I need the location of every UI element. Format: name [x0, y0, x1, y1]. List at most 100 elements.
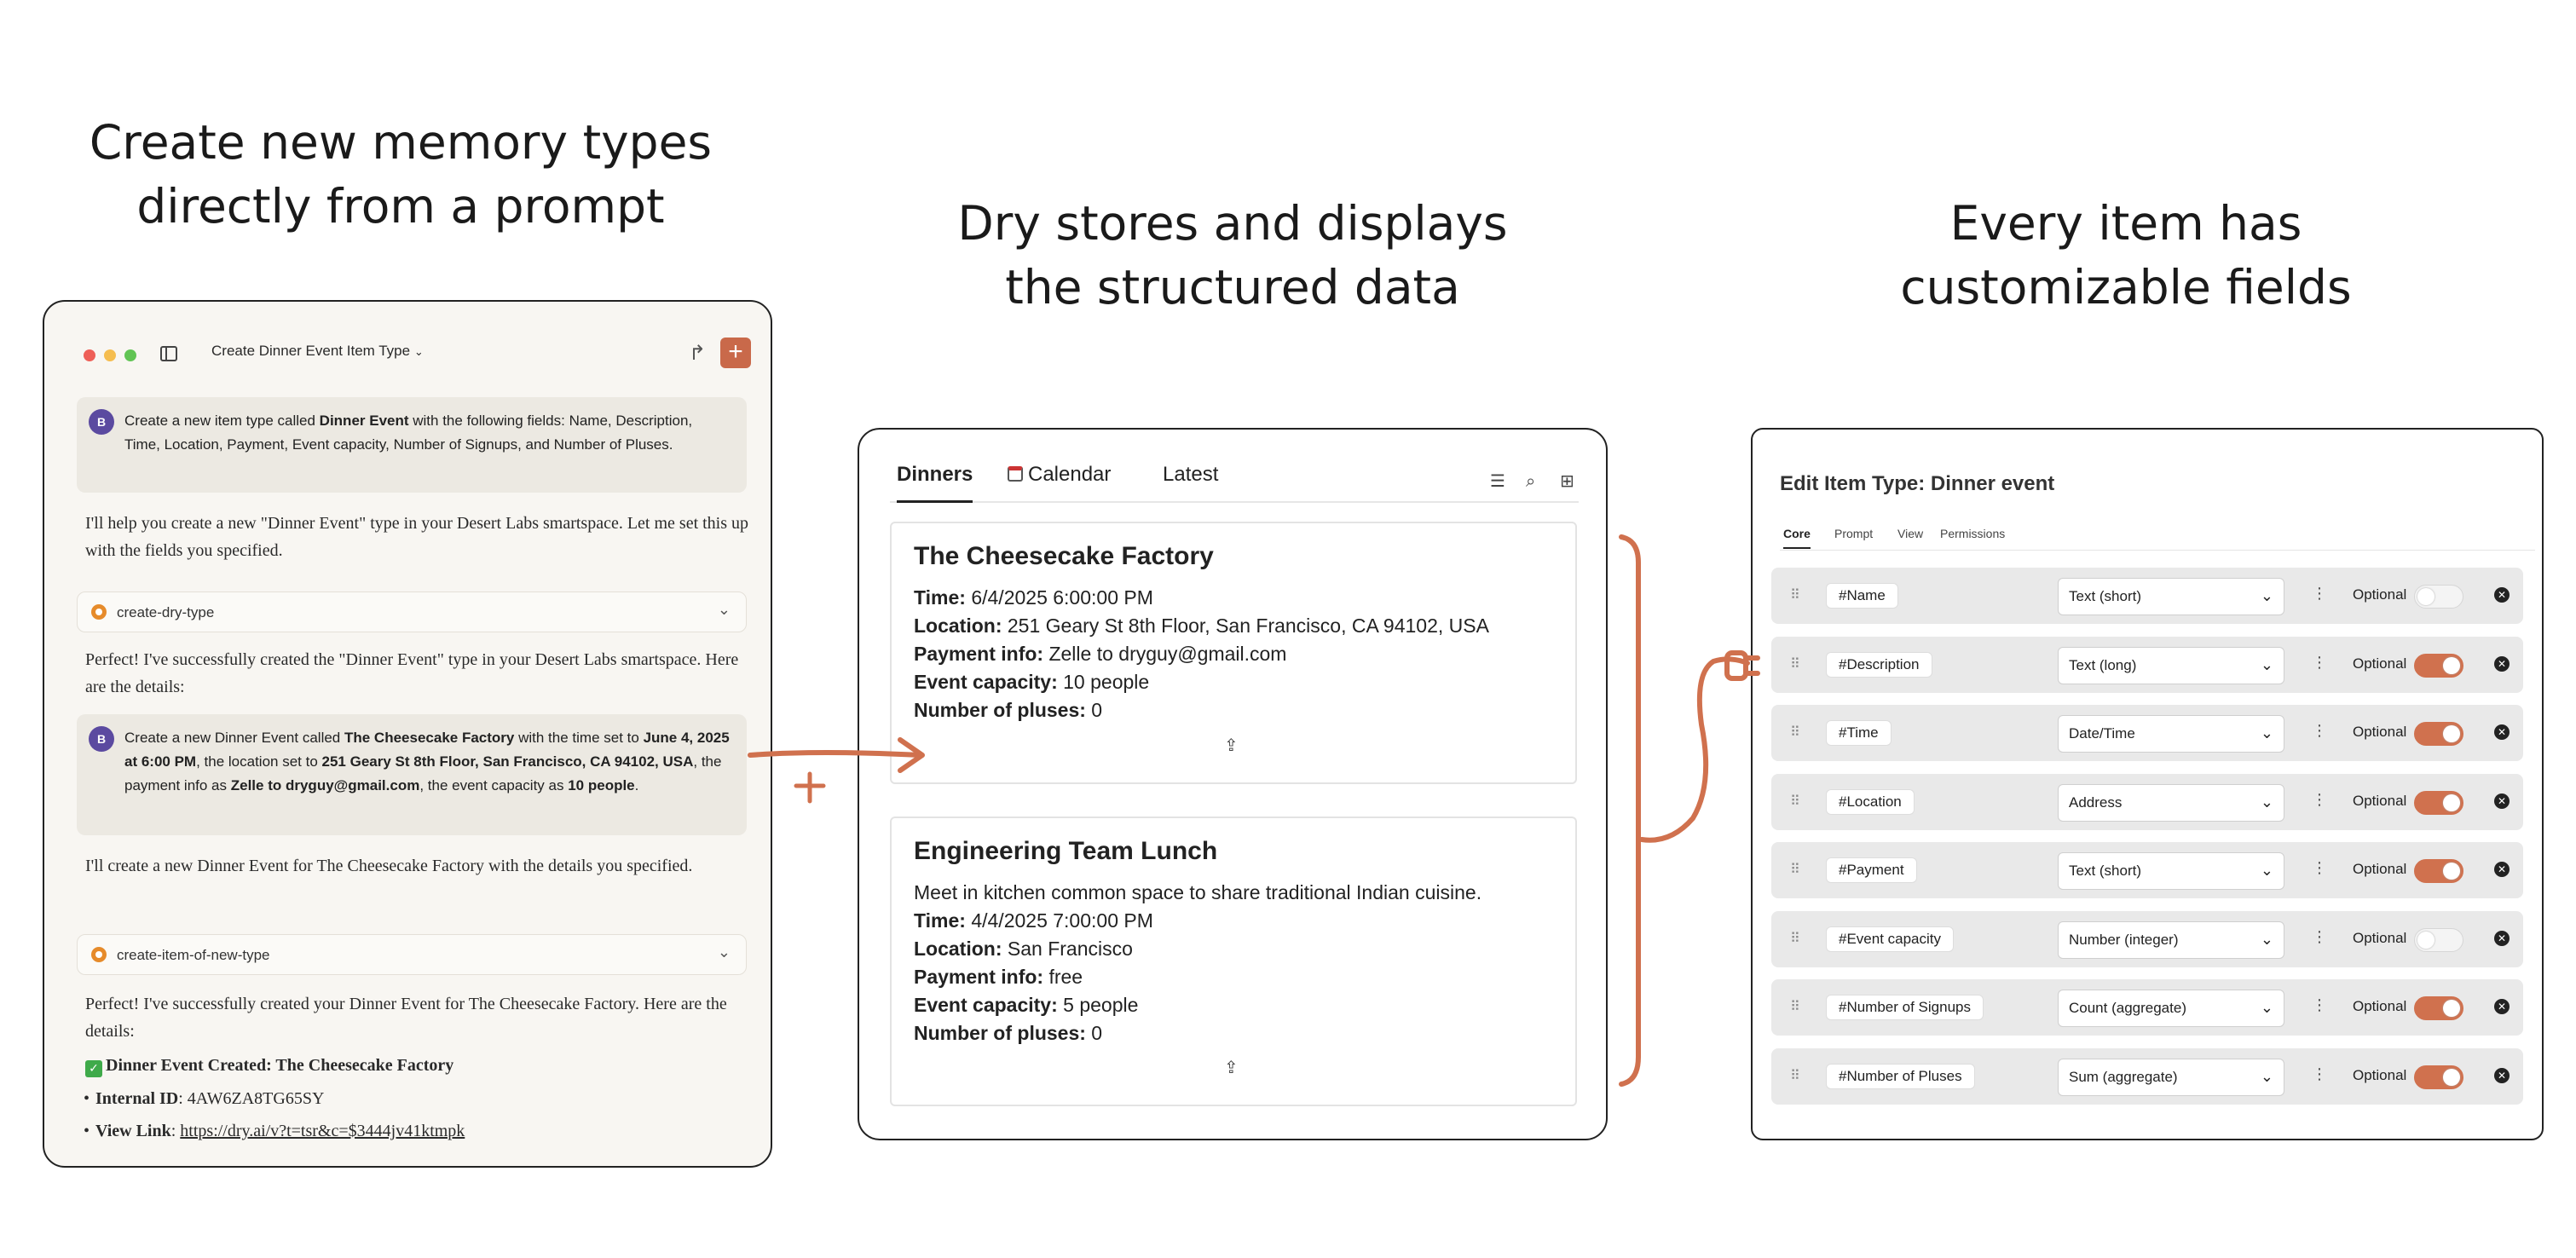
heading-right-line1: Every item has: [1949, 196, 2302, 251]
conversation-title[interactable]: Create Dinner Event Item Type ⌄: [211, 343, 424, 360]
tab-core[interactable]: Core: [1783, 527, 1811, 549]
field-name[interactable]: #Location: [1826, 789, 1915, 815]
field-row[interactable]: ⠿ #Payment Text (short) ⌄ ⋮ Optional ✕: [1771, 842, 2523, 898]
new-chat-button[interactable]: +: [720, 338, 751, 368]
drag-handle-icon[interactable]: ⠿: [1790, 655, 1800, 672]
remove-field-icon[interactable]: ✕: [2494, 862, 2510, 877]
field-type-select[interactable]: Date/Time ⌄: [2058, 715, 2284, 753]
field-name[interactable]: #Time: [1826, 720, 1892, 746]
optional-toggle[interactable]: [2414, 585, 2463, 609]
dinner-card-cheesecake[interactable]: The Cheesecake Factory Time: 6/4/2025 6:…: [890, 522, 1577, 784]
drag-handle-icon[interactable]: ⠿: [1790, 998, 1800, 1014]
remove-field-icon[interactable]: ✕: [2494, 724, 2510, 740]
drag-handle-icon[interactable]: ⠿: [1790, 793, 1800, 809]
field-type-select[interactable]: Count (aggregate) ⌄: [2058, 990, 2284, 1027]
optional-toggle[interactable]: [2414, 996, 2463, 1020]
window-titlebar: Create Dinner Event Item Type ⌄ ↱ +: [44, 302, 771, 395]
field-row[interactable]: ⠿ #Event capacity Number (integer) ⌄ ⋮ Option…: [1771, 911, 2523, 967]
field-name[interactable]: #Event capacity: [1826, 926, 1955, 952]
share-icon[interactable]: ⇪: [1224, 735, 1239, 755]
tab-view[interactable]: View: [1897, 527, 1923, 540]
maximize-window-button[interactable]: [124, 349, 136, 361]
field-type-value: Text (short): [2069, 863, 2142, 879]
remove-field-icon[interactable]: ✕: [2494, 587, 2510, 603]
optional-toggle[interactable]: [2414, 859, 2463, 883]
drag-handle-icon[interactable]: ⠿: [1790, 1067, 1800, 1083]
tool-call-create-dry-type[interactable]: create-dry-type ⌄: [77, 591, 747, 632]
message-bold: 10 people: [568, 777, 635, 793]
dinners-panel: Dinners Calendar Latest ☰ ⌕ ⊞ The Cheese…: [858, 428, 1608, 1140]
field-row[interactable]: ⠿ #Location Address ⌄ ⋮ Optional ✕: [1771, 774, 2523, 830]
close-window-button[interactable]: [84, 349, 95, 361]
card-title: The Cheesecake Factory: [914, 542, 1214, 570]
remove-field-icon[interactable]: ✕: [2494, 793, 2510, 809]
tab-latest[interactable]: Latest: [1163, 455, 1218, 503]
more-options-icon[interactable]: ⋮: [2312, 859, 2327, 877]
more-options-icon[interactable]: ⋮: [2312, 722, 2327, 740]
optional-toggle[interactable]: [2414, 791, 2463, 815]
more-options-icon[interactable]: ⋮: [2312, 996, 2327, 1014]
plug-head: [1724, 650, 1748, 681]
heading-right-line2: customizable fields: [1900, 260, 2352, 314]
chevron-down-icon: ⌄: [2260, 862, 2273, 880]
field-row[interactable]: ⠿ #Number of Signups Count (aggregate) ⌄ ⋮ Op…: [1771, 979, 2523, 1036]
more-options-icon[interactable]: ⋮: [2312, 791, 2327, 809]
field-row[interactable]: ⠿ #Number of Pluses Sum (aggregate) ⌄ ⋮ Optio…: [1771, 1048, 2523, 1105]
more-options-icon[interactable]: ⋮: [2312, 1065, 2327, 1083]
tab-permissions[interactable]: Permissions: [1940, 527, 2005, 540]
created-heading: ✓ Dinner Event Created: The Cheesecake Fa…: [85, 1052, 750, 1079]
minimize-window-button[interactable]: [104, 349, 116, 361]
remove-field-icon[interactable]: ✕: [2494, 1068, 2510, 1083]
tab-calendar[interactable]: Calendar: [1008, 455, 1111, 503]
remove-field-icon[interactable]: ✕: [2494, 999, 2510, 1014]
optional-label: Optional: [2353, 793, 2407, 809]
share-icon[interactable]: ↱: [689, 341, 706, 366]
tool-call-create-item-of-new-type[interactable]: create-item-of-new-type ⌄: [77, 934, 747, 975]
search-icon[interactable]: ⌕: [1526, 470, 1535, 491]
field-type-select[interactable]: Address ⌄: [2058, 784, 2284, 822]
checklist-icon[interactable]: ☰: [1490, 470, 1505, 491]
more-options-icon[interactable]: ⋮: [2312, 585, 2327, 603]
chevron-down-icon: ⌄: [2260, 724, 2273, 742]
drag-handle-icon[interactable]: ⠿: [1790, 861, 1800, 877]
avatar: B: [89, 726, 114, 752]
heading-left-line2: directly from a prompt: [136, 179, 665, 234]
optional-toggle[interactable]: [2414, 928, 2463, 952]
field-row[interactable]: ⠿ #Name Text (short) ⌄ ⋮ Optional ✕: [1771, 568, 2523, 624]
remove-field-icon[interactable]: ✕: [2494, 656, 2510, 672]
field-type-select[interactable]: Text (short) ⌄: [2058, 578, 2284, 615]
share-icon[interactable]: ⇪: [1224, 1057, 1239, 1077]
field-name[interactable]: #Payment: [1826, 857, 1917, 883]
remove-field-icon[interactable]: ✕: [2494, 931, 2510, 946]
view-link[interactable]: https://dry.ai/v?t=tsr&c=$3444jv41ktmpk: [180, 1122, 465, 1140]
tool-call-label: create-item-of-new-type: [117, 947, 270, 963]
field-type-select[interactable]: Sum (aggregate) ⌄: [2058, 1059, 2284, 1096]
field-type-select[interactable]: Number (integer) ⌄: [2058, 921, 2284, 959]
sidebar-toggle-icon[interactable]: [160, 346, 177, 361]
field-name[interactable]: #Number of Pluses: [1826, 1064, 1975, 1089]
drag-handle-icon[interactable]: ⠿: [1790, 586, 1800, 603]
more-options-icon[interactable]: ⋮: [2312, 928, 2327, 946]
grid-icon[interactable]: ⊞: [1560, 470, 1574, 491]
field-name[interactable]: #Number of Signups: [1826, 995, 1984, 1020]
chevron-down-icon: ⌄: [2260, 656, 2273, 674]
more-options-icon[interactable]: ⋮: [2312, 654, 2327, 672]
field-name[interactable]: #Name: [1826, 583, 1898, 609]
field-type-select[interactable]: Text (short) ⌄: [2058, 852, 2284, 890]
optional-toggle[interactable]: [2414, 722, 2463, 746]
field-row[interactable]: ⠿ #Description Text (long) ⌄ ⋮ Optional ✕: [1771, 637, 2523, 693]
card-field-location: Location: 251 Geary St 8th Floor, San Fr…: [914, 615, 1489, 637]
tab-dinners[interactable]: Dinners: [897, 455, 973, 503]
tab-prompt[interactable]: Prompt: [1834, 527, 1873, 540]
dinner-card-engineering[interactable]: Engineering Team Lunch Meet in kitchen c…: [890, 817, 1577, 1106]
field-type-select[interactable]: Text (long) ⌄: [2058, 647, 2284, 684]
chevron-down-icon[interactable]: ⌄: [718, 601, 731, 619]
optional-toggle[interactable]: [2414, 1065, 2463, 1089]
chevron-down-icon[interactable]: ⌄: [718, 944, 731, 961]
drag-handle-icon[interactable]: ⠿: [1790, 930, 1800, 946]
optional-label: Optional: [2353, 1067, 2407, 1083]
field-row[interactable]: ⠿ #Time Date/Time ⌄ ⋮ Optional ✕: [1771, 705, 2523, 761]
optional-toggle[interactable]: [2414, 654, 2463, 678]
drag-handle-icon[interactable]: ⠿: [1790, 724, 1800, 740]
field-name[interactable]: #Description: [1826, 652, 1932, 678]
